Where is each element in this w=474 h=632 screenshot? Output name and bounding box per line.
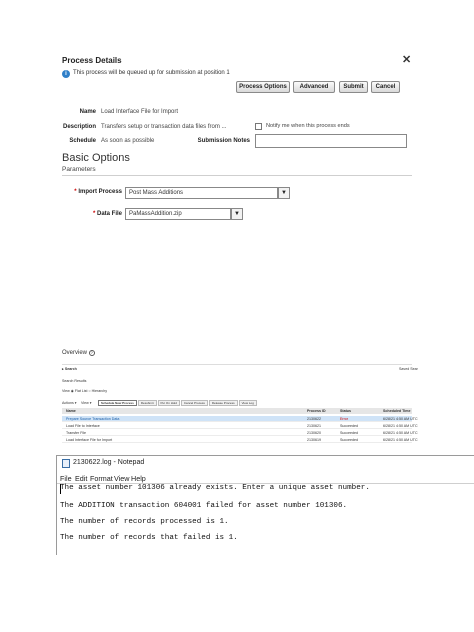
overview-title: Overview ? (62, 350, 95, 356)
row-time: 6/28/21 4:50 AM UTC (383, 438, 418, 442)
table-row[interactable] (62, 423, 412, 429)
close-icon[interactable]: ✕ (402, 53, 411, 66)
row-status: Succeeded (340, 431, 358, 435)
process-options-button[interactable]: Process Options (236, 81, 290, 93)
required-marker: * (92, 211, 96, 217)
table-header (62, 408, 412, 414)
row-name[interactable]: Transfer File (66, 431, 86, 435)
name-label: Name (79, 109, 96, 115)
col-name[interactable]: Name (66, 409, 76, 413)
advanced-button[interactable]: Advanced (293, 81, 335, 93)
description-label: Description (62, 124, 96, 130)
menu-edit[interactable]: Edit (75, 474, 87, 483)
col-status[interactable]: Status (340, 409, 351, 413)
search-section-label: Search (64, 367, 77, 371)
menu-format[interactable]: Format (90, 474, 113, 483)
process-toolbar: Schedule New Process Resubmit Put On Hol… (98, 400, 257, 406)
release-process-button[interactable]: Release Process (208, 400, 238, 406)
row-status: Error (340, 417, 348, 421)
data-file-label: * Data File (80, 211, 122, 217)
saved-search-link[interactable]: Saved Sear (399, 367, 418, 371)
name-value: Load Interface File for Import (101, 109, 179, 115)
row-status: Succeeded (340, 424, 358, 428)
view-flat-list[interactable]: Flat List (75, 389, 88, 393)
menu-view[interactable]: View (114, 474, 129, 483)
parameters-heading: Parameters (62, 166, 96, 173)
overview-divider (62, 364, 412, 365)
schedule-value: As soon as possible (101, 138, 155, 144)
info-icon: i (62, 70, 70, 78)
data-file-select[interactable]: PaMassAddition.zip (125, 208, 231, 220)
row-name[interactable]: Load Interface File for Import (66, 438, 112, 442)
row-name[interactable]: Load File to Interface (66, 424, 100, 428)
log-line[interactable]: The asset number 101306 already exists. … (60, 484, 370, 492)
submission-notes-field[interactable] (255, 134, 407, 148)
schedule-new-process-button[interactable]: Schedule New Process (98, 400, 137, 406)
dialog-title: Process Details (62, 56, 122, 65)
view-menu[interactable]: View ▾ (81, 401, 92, 405)
resubmit-button[interactable]: Resubmit (137, 400, 157, 406)
search-section-toggle[interactable]: ▸ Search (62, 367, 77, 371)
row-status: Succeeded (340, 438, 358, 442)
row-name[interactable]: Prepare Source Transaction Data (66, 417, 119, 421)
col-scheduled-time[interactable]: Scheduled Time (383, 409, 411, 413)
table-row[interactable] (62, 430, 412, 436)
chevron-down-icon[interactable]: ▼ (231, 208, 243, 220)
table-row[interactable] (62, 437, 412, 443)
cancel-button[interactable]: Cancel (371, 81, 400, 93)
basic-options-heading: Basic Options (62, 152, 130, 164)
row-process-id: 2130621 (307, 424, 321, 428)
view-toggle: View ◉ Flat List ○ Hierarchy (62, 389, 108, 393)
schedule-label: Schedule (69, 138, 96, 144)
description-value: Transfers setup or transaction data file… (101, 124, 227, 130)
log-line[interactable]: The ADDITION transaction 604001 failed f… (60, 502, 347, 510)
help-icon[interactable]: ? (88, 350, 95, 356)
log-line[interactable]: The number of records that failed is 1. (60, 534, 238, 542)
view-hierarchy[interactable]: Hierarchy (92, 389, 107, 393)
row-process-id: 2130619 (307, 438, 321, 442)
cancel-process-button[interactable]: Cancel Process (180, 400, 208, 406)
submission-notes-label: Submission Notes (197, 138, 250, 144)
info-message: This process will be queued up for submi… (73, 70, 230, 76)
col-process-id[interactable]: Process ID (307, 409, 326, 413)
row-process-id: 2130620 (307, 431, 321, 435)
put-on-hold-button[interactable]: Put On Hold (157, 400, 180, 406)
import-process-label: * Import Process (66, 189, 122, 195)
notify-checkbox[interactable] (255, 123, 262, 130)
data-file-label-text: Data File (96, 211, 122, 217)
menu-file[interactable]: File (60, 474, 72, 483)
row-time: 6/28/21 4:50 AM UTC (383, 424, 418, 428)
row-time: 6/28/21 4:50 AM UTC (383, 431, 418, 435)
notepad-icon (62, 459, 70, 468)
overview-title-text: Overview (62, 350, 88, 356)
submit-button[interactable]: Submit (339, 81, 368, 93)
notify-label: Notify me when this process ends (266, 123, 350, 129)
menu-help[interactable]: Help (131, 474, 146, 483)
view-label: View (62, 389, 70, 393)
log-line[interactable]: The number of records processed is 1. (60, 518, 229, 526)
parameters-divider (62, 175, 412, 176)
view-log-button[interactable]: View Log (238, 400, 257, 406)
required-marker: * (74, 189, 77, 195)
notepad-title: 2130622.log - Notepad (73, 459, 145, 466)
chevron-down-icon[interactable]: ▼ (278, 187, 290, 199)
actions-menu[interactable]: Actions ▾ (62, 401, 77, 405)
import-process-label-text: Import Process (78, 189, 122, 195)
search-results-label: Search Results (62, 379, 87, 383)
row-time: 6/28/21 4:50 AM UTC (383, 417, 418, 421)
import-process-select[interactable]: Post Mass Additions (125, 187, 278, 199)
row-process-id: 2130622 (307, 417, 321, 421)
